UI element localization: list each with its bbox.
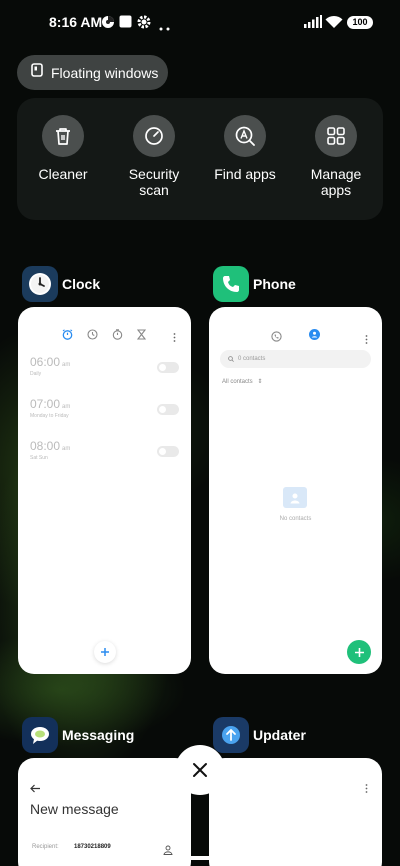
timer-tab-icon[interactable]	[136, 327, 147, 345]
floating-windows-button[interactable]: Floating windows	[17, 55, 168, 90]
gear-icon	[137, 15, 151, 34]
search-icon	[228, 356, 234, 362]
alarm-time: 07:00	[30, 397, 61, 411]
square-icon	[119, 15, 132, 33]
updater-app-card[interactable]	[209, 758, 382, 866]
alarm-tab-icon[interactable]	[62, 327, 73, 345]
contacts-search-placeholder: 0 contacts	[238, 356, 266, 362]
add-alarm-button[interactable]	[94, 641, 116, 663]
battery-icon: 100	[347, 16, 373, 29]
security-scan-button[interactable]: Security scan	[109, 115, 199, 198]
clock-app-card[interactable]: 06:00 am Daily 07:00 am Monday to Friday 0…	[18, 307, 191, 674]
phone-app-icon	[213, 266, 249, 302]
recents-tab-icon[interactable]	[271, 329, 282, 347]
alarm-ampm: am	[62, 362, 71, 368]
alarm-repeat: Daily	[30, 371, 42, 377]
manage-apps-label: Manage apps	[310, 166, 362, 198]
alarm-ampm: am	[62, 404, 71, 410]
alarm-toggle[interactable]	[157, 446, 179, 457]
updater-more-icon[interactable]	[365, 780, 368, 798]
floating-window-icon	[31, 63, 43, 82]
status-bar: 8:16 AM 100	[0, 12, 400, 34]
phone-app-name: Phone	[253, 276, 296, 292]
alarm-toggle[interactable]	[157, 404, 179, 415]
contacts-filter-label: All contacts	[222, 379, 253, 385]
security-scan-icon	[133, 115, 175, 157]
messaging-app-name: Messaging	[62, 727, 135, 743]
world-clock-tab-icon[interactable]	[87, 327, 98, 345]
contacts-filter[interactable]: All contacts ⇕	[222, 378, 262, 385]
plus-icon	[101, 648, 109, 656]
no-contacts-text: No contacts	[279, 516, 312, 522]
back-arrow-icon[interactable]	[30, 780, 41, 798]
signal-icon	[304, 15, 322, 33]
empty-contacts-icon	[283, 487, 307, 508]
messaging-app-card[interactable]: New message Recipient: 18730218809	[18, 758, 191, 866]
trash-icon	[42, 115, 84, 157]
alarm-ampm: am	[62, 446, 71, 452]
recipient-label: Recipient:	[32, 844, 59, 850]
clock-app-icon	[22, 266, 58, 302]
messaging-app-header[interactable]: Messaging	[22, 717, 134, 753]
plus-icon	[354, 647, 364, 657]
messaging-app-icon	[22, 717, 58, 753]
contacts-tab-icon[interactable]	[309, 329, 320, 340]
phone-app-header[interactable]: Phone	[213, 266, 296, 302]
new-message-title: New message	[30, 801, 119, 817]
close-icon	[193, 763, 207, 777]
updater-app-header[interactable]: Updater	[213, 717, 306, 753]
cleaner-button[interactable]: Cleaner	[18, 115, 108, 182]
clock-app-name: Clock	[62, 276, 101, 292]
floating-windows-label: Floating windows	[51, 64, 159, 81]
find-apps-button[interactable]: Find apps	[200, 115, 290, 182]
status-time: 8:16 AM	[49, 14, 103, 30]
updater-app-icon	[213, 717, 249, 753]
phone-app-card[interactable]: 0 contacts All contacts ⇕ No contacts	[209, 307, 382, 674]
alarm-repeat: Sat Sun	[30, 455, 48, 461]
clock-more-icon[interactable]	[173, 329, 176, 347]
alarm-time: 08:00	[30, 439, 61, 453]
close-all-button[interactable]	[175, 745, 225, 795]
updater-app-name: Updater	[253, 727, 306, 743]
clock-app-header[interactable]: Clock	[22, 266, 100, 302]
home-indicator[interactable]	[127, 856, 274, 860]
notification-icon	[101, 15, 115, 34]
wifi-icon	[325, 15, 343, 34]
find-apps-icon	[224, 115, 266, 157]
recipient-value[interactable]: 18730218809	[74, 844, 111, 850]
grid-icon	[315, 115, 357, 157]
more-icon	[159, 18, 171, 36]
phone-more-icon[interactable]	[365, 331, 368, 349]
contacts-search-input[interactable]: 0 contacts	[220, 350, 371, 368]
stopwatch-tab-icon[interactable]	[112, 327, 123, 345]
cleaner-label: Cleaner	[38, 166, 88, 182]
alarm-time: 06:00	[30, 355, 61, 369]
manage-apps-button[interactable]: Manage apps	[291, 115, 381, 198]
chevron-updown-icon: ⇕	[257, 379, 263, 385]
alarm-toggle[interactable]	[157, 362, 179, 373]
find-apps-label: Find apps	[214, 166, 276, 182]
quick-tools-panel: Cleaner Security scan Find apps Manage app…	[17, 98, 383, 220]
add-contact-button[interactable]	[347, 640, 371, 664]
alarm-repeat: Monday to Friday	[30, 413, 69, 419]
security-scan-label: Security scan	[128, 166, 180, 198]
